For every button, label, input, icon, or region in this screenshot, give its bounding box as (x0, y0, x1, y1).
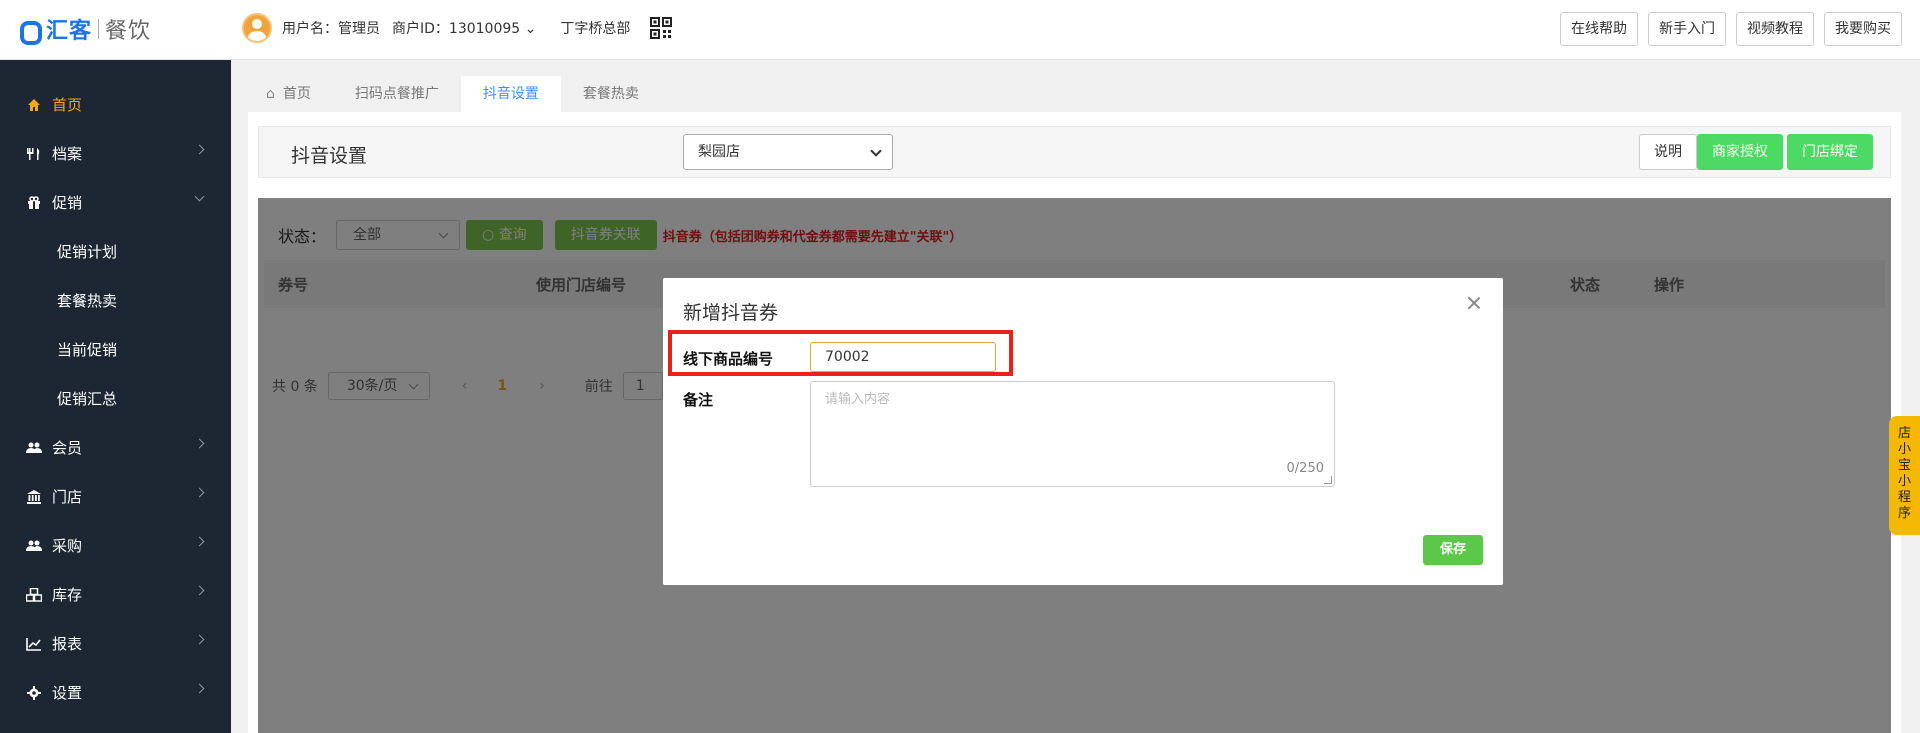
sidebar-subitem-current-promo[interactable]: 当前促销 (57, 325, 117, 374)
sidebar-item-label: 首页 (52, 96, 83, 114)
sidebar-subitem-combo-hot[interactable]: 套餐热卖 (57, 276, 117, 325)
remark-label: 备注 (683, 391, 714, 409)
line-chart-icon (26, 636, 42, 652)
utensils-icon (26, 146, 42, 162)
sidebar-item-store[interactable]: 门店 (0, 472, 231, 521)
help-button[interactable]: 说明 (1639, 134, 1697, 170)
tab-scan-order-promo[interactable]: 扫码点餐推广 (333, 76, 461, 112)
store-name[interactable]: 丁字桥总部 (560, 18, 630, 38)
sidebar-item-label: 设置 (52, 684, 83, 702)
sidebar-item-promotion[interactable]: 促销 (0, 178, 231, 227)
sidebar-item-report[interactable]: 报表 (0, 619, 231, 668)
sidebar-item-label: 库存 (52, 586, 83, 604)
page-tabs: ⌂ 首页 扫码点餐推广 抖音设置 套餐热卖 (244, 76, 661, 112)
logo[interactable]: 汇客 餐饮 (20, 14, 152, 45)
chevron-right-icon (194, 487, 205, 498)
tab-home[interactable]: ⌂ 首页 (244, 76, 333, 112)
username: 用户名：管理员 (282, 21, 380, 37)
sidebar-item-member[interactable]: 会员 (0, 423, 231, 472)
dialog-title: 新增抖音券 (683, 302, 779, 324)
sidebar-subitem-promo-summary[interactable]: 促销汇总 (57, 374, 117, 423)
avatar[interactable] (242, 13, 272, 43)
store-select[interactable]: 梨园店 (683, 134, 893, 170)
users-icon (26, 440, 42, 456)
offline-product-no-input[interactable]: 70002 (810, 342, 996, 372)
sidebar-item-label: 报表 (52, 635, 83, 653)
resize-handle-icon[interactable] (1324, 476, 1332, 484)
chevron-right-icon (194, 683, 205, 694)
purchase-button[interactable]: 我要购买 (1824, 12, 1902, 46)
chevron-right-icon (194, 585, 205, 596)
chevron-right-icon (194, 144, 205, 155)
float-tab-char: 序 (1897, 506, 1911, 521)
gear-icon (26, 685, 42, 701)
remark-placeholder: 请输入内容 (825, 392, 891, 407)
sidebar-item-purchase[interactable]: 采购 (0, 521, 231, 570)
remark-textarea[interactable]: 请输入内容 0/250 (810, 381, 1335, 487)
sidebar-subitem-promo-plan[interactable]: 促销计划 (57, 227, 117, 276)
brand-name: 汇客 (46, 19, 93, 44)
home-icon (26, 97, 42, 113)
brand-subtitle: 餐饮 (105, 19, 152, 44)
char-count: 0/250 (1286, 461, 1324, 476)
save-button[interactable]: 保存 (1423, 535, 1483, 565)
sidebar-item-settings[interactable]: 设置 (0, 668, 231, 717)
title-bar: 抖音设置 梨园店 说明 商家授权 门店绑定 (258, 126, 1891, 178)
gift-icon (26, 195, 42, 211)
chevron-right-icon (194, 536, 205, 547)
add-coupon-dialog: 新增抖音券 线下商品编号 70002 备注 请输入内容 0/250 保存 (663, 278, 1503, 585)
offline-product-no-label: 线下商品编号 (683, 350, 774, 368)
sidebar-item-label: 促销 (52, 194, 83, 212)
float-tab-char: 程 (1897, 490, 1911, 505)
float-tab-char: 小 (1897, 474, 1911, 489)
store-bind-button[interactable]: 门店绑定 (1787, 134, 1873, 170)
video-tutorial-button[interactable]: 视频教程 (1736, 12, 1814, 46)
sidebar-item-home[interactable]: 首页 (0, 80, 231, 129)
bank-icon (26, 489, 42, 505)
sidebar-item-label: 采购 (52, 537, 83, 555)
users-icon (26, 538, 42, 554)
brand-mark-icon (20, 18, 42, 45)
sidebar-item-archive[interactable]: 档案 (0, 129, 231, 178)
sidebar-item-label: 档案 (52, 145, 83, 163)
chevron-down-icon (194, 191, 205, 202)
online-help-button[interactable]: 在线帮助 (1560, 12, 1638, 46)
home-icon: ⌂ (266, 86, 275, 102)
float-tab-char: 小 (1897, 442, 1911, 457)
tab-douyin-settings[interactable]: 抖音设置 (460, 76, 561, 112)
chevron-right-icon (194, 634, 205, 645)
sidebar-item-label: 门店 (52, 488, 83, 506)
merchant-id-text: 商户ID：13010095 (392, 21, 521, 37)
tab-combo-hot[interactable]: 套餐热卖 (561, 76, 661, 112)
top-header: 汇客 餐饮 用户名：管理员 商户ID：13010095 ⌄ 丁字桥总部 在线帮助… (0, 0, 1920, 60)
user-info: 用户名：管理员 商户ID：13010095 ⌄ 丁字桥总部 (242, 12, 673, 44)
logo-divider (98, 19, 100, 39)
cubes-icon (26, 587, 42, 603)
close-icon[interactable] (1467, 296, 1481, 310)
float-tab-char: 宝 (1897, 458, 1911, 473)
merchant-id[interactable]: 商户ID：13010095 ⌄ (392, 18, 536, 38)
mini-program-float-tab[interactable]: 店 小 宝 小 程 序 (1889, 416, 1920, 535)
tab-label: 首页 (282, 86, 311, 102)
sidebar: 首页 档案 促销 促销计划 套餐热卖 当前促销 促销汇总 会员 门店 采购 库存… (0, 60, 231, 733)
sidebar-item-inventory[interactable]: 库存 (0, 570, 231, 619)
chevron-right-icon (194, 438, 205, 449)
page-title: 抖音设置 (291, 145, 368, 167)
qr-code-icon[interactable] (650, 17, 673, 39)
sidebar-item-label: 会员 (52, 439, 83, 457)
beginner-guide-button[interactable]: 新手入门 (1648, 12, 1726, 46)
merchant-auth-button[interactable]: 商家授权 (1697, 134, 1783, 170)
header-actions: 在线帮助 新手入门 视频教程 我要购买 (1550, 12, 1902, 46)
float-tab-char: 店 (1897, 426, 1911, 441)
